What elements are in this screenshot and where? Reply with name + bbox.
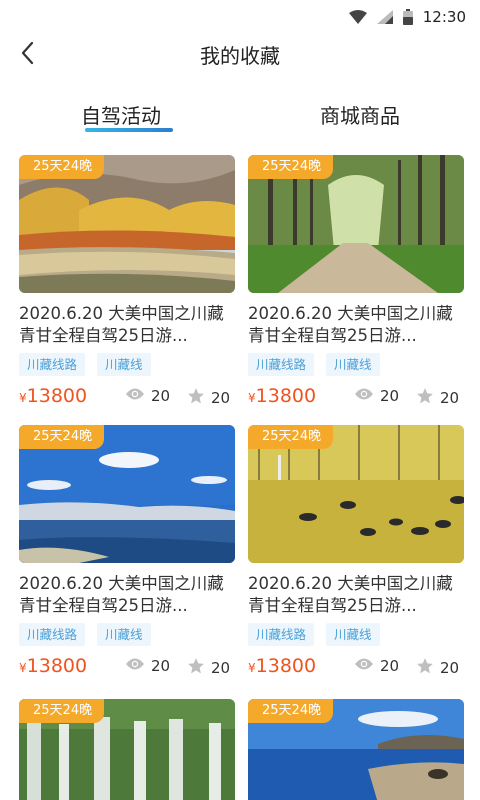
- card-stats: ¥13800 20 20: [248, 385, 464, 409]
- tag-list: 川藏线路 川藏线: [248, 623, 380, 646]
- duration-badge: 25天24晚: [19, 699, 105, 723]
- tag-list: 川藏线路 川藏线: [248, 353, 380, 376]
- card-image: 25天24晚: [19, 425, 235, 563]
- tag-list: 川藏线路 川藏线: [19, 353, 151, 376]
- views-count: 20: [354, 387, 399, 405]
- stars-count: 20: [416, 657, 459, 679]
- tab-active-indicator: [85, 128, 173, 132]
- card-stats: ¥13800 20 20: [248, 655, 464, 679]
- card-image: 25天24晚: [248, 155, 464, 293]
- price: ¥13800: [248, 385, 317, 407]
- route-tag: 川藏线: [97, 353, 151, 376]
- stars-count: 20: [187, 387, 230, 409]
- card-title: 2020.6.20 大美中国之川藏青甘全程自驾25日游...: [248, 574, 453, 615]
- header: 我的收藏: [0, 34, 480, 74]
- favorite-card[interactable]: 25天24晚: [19, 699, 235, 800]
- battery-icon: [402, 9, 413, 25]
- wifi-icon: [348, 10, 367, 24]
- route-tag: 川藏线路: [19, 623, 86, 646]
- status-bar: 12:30: [0, 0, 480, 34]
- star-icon: [416, 657, 434, 679]
- price: ¥13800: [19, 385, 88, 407]
- views-count: 20: [125, 657, 170, 675]
- card-title: 2020.6.20 大美中国之川藏青甘全程自驾25日游...: [19, 574, 224, 615]
- stars-count: 20: [416, 387, 459, 409]
- eye-icon: [125, 657, 145, 675]
- duration-badge: 25天24晚: [19, 425, 105, 449]
- route-tag: 川藏线: [326, 623, 380, 646]
- favorite-card[interactable]: 25天24晚 2020.6.20 大美中国之川藏青甘全程自驾25日游... 川藏…: [19, 425, 235, 680]
- card-title: 2020.6.20 大美中国之川藏青甘全程自驾25日游...: [19, 304, 224, 345]
- route-tag: 川藏线路: [19, 353, 86, 376]
- eye-icon: [125, 387, 145, 405]
- card-title: 2020.6.20 大美中国之川藏青甘全程自驾25日游...: [248, 304, 453, 345]
- duration-badge: 25天24晚: [248, 425, 334, 449]
- tab-bar: 自驾活动 商城商品: [0, 100, 480, 136]
- price: ¥13800: [19, 655, 88, 677]
- card-image: 25天24晚: [19, 699, 235, 800]
- route-tag: 川藏线路: [248, 623, 315, 646]
- route-tag: 川藏线: [326, 353, 380, 376]
- duration-badge: 25天24晚: [248, 699, 334, 723]
- signal-icon: [376, 10, 393, 24]
- favorite-card[interactable]: 25天24晚: [248, 699, 464, 800]
- card-stats: ¥13800 20 20: [19, 655, 235, 679]
- tag-list: 川藏线路 川藏线: [19, 623, 151, 646]
- views-count: 20: [125, 387, 170, 405]
- duration-badge: 25天24晚: [248, 155, 334, 179]
- status-time: 12:30: [422, 8, 466, 26]
- card-image: 25天24晚: [19, 155, 235, 293]
- duration-badge: 25天24晚: [19, 155, 105, 179]
- star-icon: [187, 657, 205, 679]
- favorite-card[interactable]: 25天24晚 2020.6.20 大美中国之川藏青甘全程自驾25日游... 川藏…: [248, 425, 464, 680]
- views-count: 20: [354, 657, 399, 675]
- route-tag: 川藏线: [97, 623, 151, 646]
- tab-mall-goods[interactable]: 商城商品: [320, 100, 400, 129]
- page-title: 我的收藏: [200, 44, 280, 68]
- card-image: 25天24晚: [248, 699, 464, 800]
- favorite-card[interactable]: 25天24晚 2020.6.20 大美中国之川藏青甘全程自驾25日游... 川藏…: [248, 155, 464, 410]
- price: ¥13800: [248, 655, 317, 677]
- stars-count: 20: [187, 657, 230, 679]
- star-icon: [187, 387, 205, 409]
- tab-self-drive[interactable]: 自驾活动: [81, 100, 161, 129]
- card-stats: ¥13800 20 20: [19, 385, 235, 409]
- eye-icon: [354, 657, 374, 675]
- favorite-card[interactable]: 25天24晚 2020.6.20 大美中国之川藏青甘全程自驾25日游... 川藏…: [19, 155, 235, 410]
- star-icon: [416, 387, 434, 409]
- card-image: 25天24晚: [248, 425, 464, 563]
- route-tag: 川藏线路: [248, 353, 315, 376]
- eye-icon: [354, 387, 374, 405]
